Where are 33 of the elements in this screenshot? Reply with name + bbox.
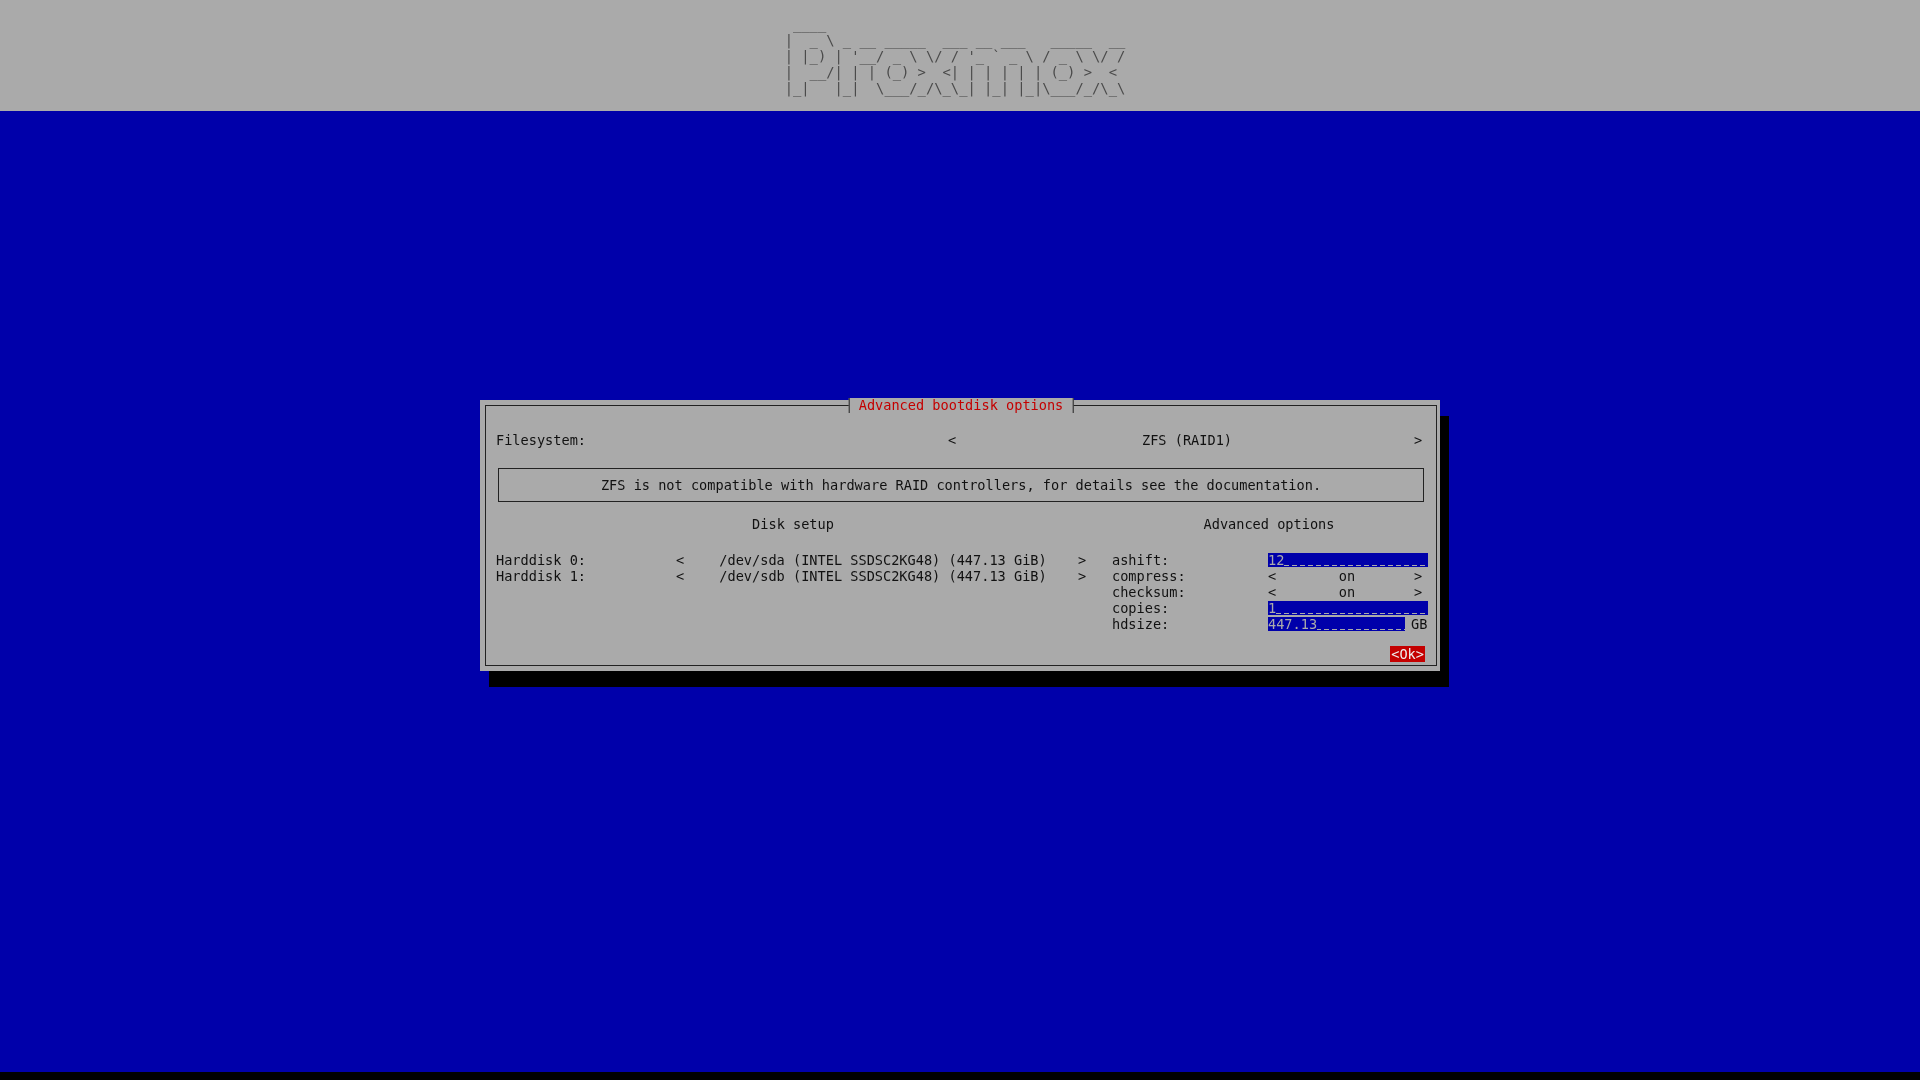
next-arrow[interactable]: > [1078,568,1090,584]
option-label: ashift: [1112,552,1171,568]
previous-arrow[interactable]: < [1268,584,1280,600]
notice-message: ZFS is not compatible with hardware RAID controllers, for details see the documentation. [498,468,1424,502]
disk-value[interactable]: /dev/sdb (INTEL SSDSC2KG48) (447.13 GiB) [688,568,1078,584]
previous-arrow[interactable]: < [676,568,688,584]
previous-arrow[interactable]: < [676,552,688,568]
dialog-title: Advanced bootdisk options [848,398,1074,413]
next-arrow[interactable]: > [1414,432,1426,448]
disk-value[interactable]: /dev/sda (INTEL SSDSC2KG48) (447.13 GiB) [688,552,1078,568]
text-field[interactable]: 447.13 [1268,617,1405,631]
unit-label: GB [1411,616,1428,632]
next-arrow[interactable]: > [1078,552,1090,568]
text-field[interactable]: 12 [1268,553,1428,567]
filesystem-value[interactable]: ZFS (RAID1) [960,432,1414,448]
ascii-logo: ____ | _ \ _ __ _____ ___ __ ___ _____ __ | |_) | '__/ _ \ \/ / '_ ` _ \ / _ \ \/ / | __/| | | (_) > <| | | | | | (_) > < |_| |_| \___/_/\_\_| |_| |_|\___/_/\_\ [784,15,1126,96]
section-heading: Disk setup [751,516,835,532]
option-label: compress: [1112,568,1187,584]
next-arrow[interactable]: > [1414,568,1426,584]
select-value[interactable]: on [1280,568,1414,584]
disk-label: Harddisk 0: [496,552,588,568]
ok-button[interactable]: <Ok> [1390,646,1425,662]
text-field[interactable]: 1 [1268,601,1428,615]
next-arrow[interactable]: > [1414,584,1426,600]
select-value[interactable]: on [1280,584,1414,600]
previous-arrow[interactable]: < [1268,568,1280,584]
filesystem-label: Filesystem: [496,432,588,448]
option-label: checksum: [1112,584,1187,600]
disk-label: Harddisk 1: [496,568,588,584]
option-label: hdsize: [1112,616,1171,632]
previous-arrow[interactable]: < [948,432,960,448]
option-label: copies: [1112,600,1171,616]
section-heading: Advanced options [1202,516,1336,532]
